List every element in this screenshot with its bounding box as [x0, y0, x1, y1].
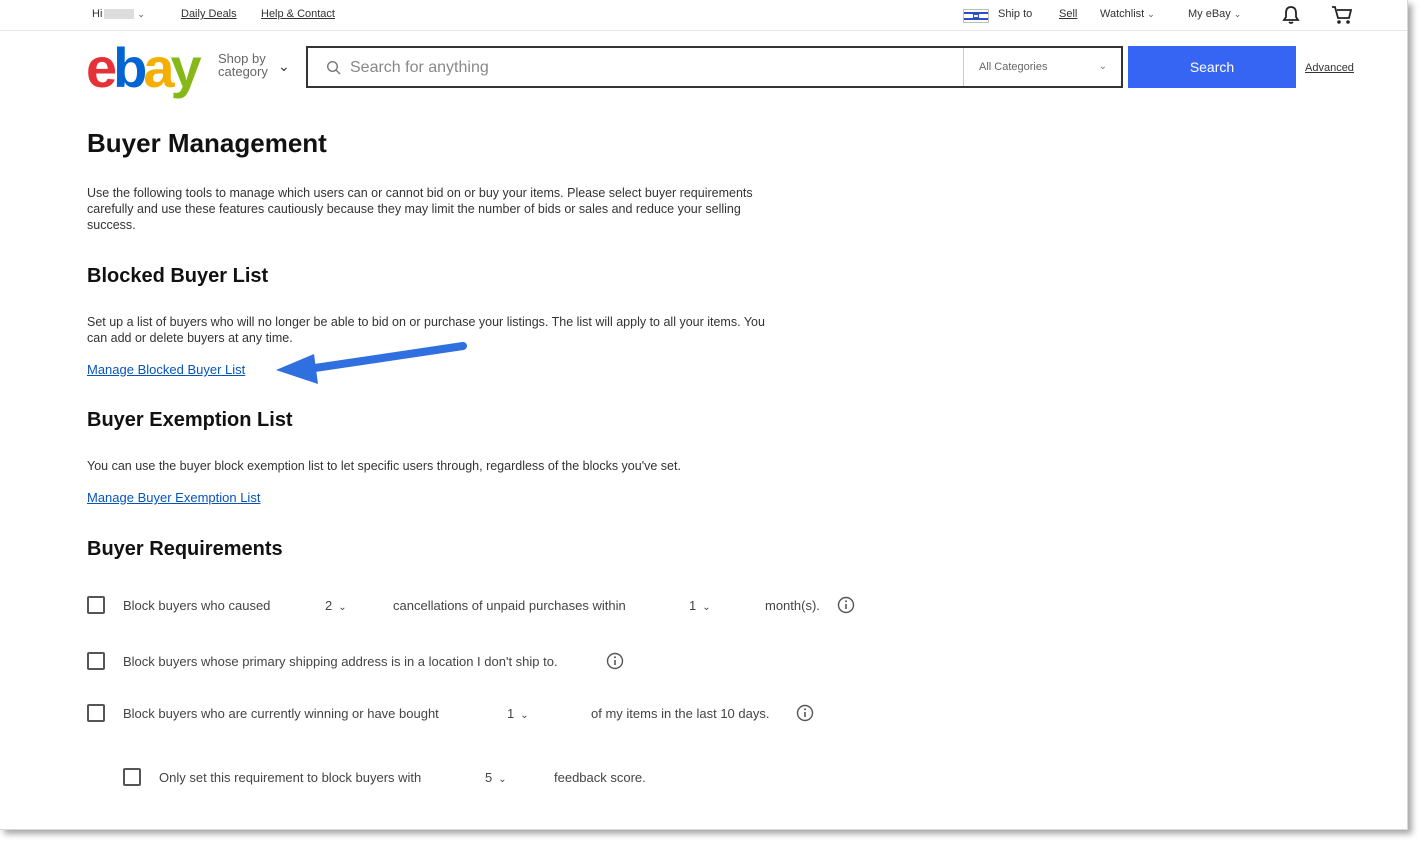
chevron-down-icon: ⌄	[1147, 9, 1155, 19]
feedback-score-select[interactable]: 5 ⌄	[485, 770, 507, 785]
unpaid-months-select[interactable]: 1 ⌄	[689, 598, 711, 613]
flag-icon[interactable]	[963, 9, 989, 23]
greeting-text: Hi	[92, 8, 103, 20]
ebay-logo[interactable]: ebay	[86, 40, 202, 96]
winning-count-select[interactable]: 1 ⌄	[507, 706, 529, 721]
search-icon	[326, 60, 341, 75]
my-ebay-menu[interactable]: My eBay ⌄	[1188, 8, 1241, 20]
search-button[interactable]: Search	[1128, 46, 1296, 88]
manage-buyer-exemption-link[interactable]: Manage Buyer Exemption List	[87, 490, 260, 505]
winning-text-1: Block buyers who are currently winning o…	[123, 706, 439, 721]
winning-text-2: of my items in the last 10 days.	[591, 706, 770, 721]
browser-frame: Hi ⌄ Daily Deals Help & Contact Ship to S…	[0, 0, 1408, 830]
chevron-down-icon: ⌄	[338, 602, 347, 613]
unpaid-checkbox[interactable]	[87, 596, 105, 614]
buyer-exemption-heading: Buyer Exemption List	[87, 409, 293, 431]
feedback-score-value: 5	[485, 770, 493, 785]
requirement-winning-row: Block buyers who are currently winning o…	[87, 704, 887, 724]
annotation-arrow-icon	[276, 342, 467, 384]
manage-blocked-buyer-link[interactable]: Manage Blocked Buyer List	[87, 362, 245, 377]
info-icon[interactable]	[837, 596, 855, 614]
sell-link[interactable]: Sell	[1059, 8, 1077, 20]
chevron-down-icon: ⌄	[520, 710, 529, 721]
chevron-down-icon: ⌄	[278, 58, 290, 74]
username-redacted	[104, 9, 135, 20]
chevron-down-icon: ⌄	[702, 602, 711, 613]
search-input[interactable]	[348, 54, 962, 82]
unpaid-count-value: 2	[325, 598, 333, 613]
greeting-menu[interactable]: Hi ⌄	[92, 8, 145, 20]
watchlist-menu[interactable]: Watchlist ⌄	[1100, 8, 1155, 20]
shipping-checkbox[interactable]	[87, 652, 105, 670]
advanced-search-link[interactable]: Advanced	[1305, 62, 1354, 74]
bell-icon[interactable]	[1281, 5, 1301, 25]
chevron-down-icon: ⌄	[1098, 61, 1107, 72]
unpaid-text-3: month(s).	[765, 598, 820, 613]
info-icon[interactable]	[796, 704, 814, 722]
unpaid-text-1: Block buyers who caused	[123, 598, 271, 613]
feedback-checkbox[interactable]	[123, 768, 141, 786]
cart-icon[interactable]	[1330, 4, 1354, 26]
winning-count-value: 1	[507, 706, 515, 721]
intro-text: Use the following tools to manage which …	[87, 186, 753, 232]
category-select[interactable]: All Categories ⌄	[963, 48, 1121, 86]
shipping-text: Block buyers whose primary shipping addr…	[123, 654, 558, 669]
winning-checkbox[interactable]	[87, 704, 105, 722]
category-select-value: All Categories	[979, 61, 1048, 73]
feedback-text-1: Only set this requirement to block buyer…	[159, 770, 422, 785]
chevron-down-icon: ⌄	[1233, 9, 1242, 19]
requirement-feedback-row: Only set this requirement to block buyer…	[87, 768, 887, 788]
requirement-unpaid-row: Block buyers who caused 2 ⌄ cancellations…	[87, 596, 887, 616]
buyer-requirements-heading: Buyer Requirements	[87, 538, 283, 560]
shop-by-category-button[interactable]: Shop by category	[218, 52, 280, 78]
watchlist-label: Watchlist	[1100, 8, 1145, 20]
my-ebay-label: My eBay	[1188, 8, 1231, 20]
chevron-down-icon: ⌄	[137, 9, 145, 19]
search-bar: All Categories ⌄	[306, 46, 1123, 88]
buyer-exemption-text: You can use the buyer block exemption li…	[87, 459, 681, 473]
page-title: Buyer Management	[87, 128, 327, 158]
help-contact-link[interactable]: Help & Contact	[261, 8, 335, 20]
unpaid-months-value: 1	[689, 598, 697, 613]
unpaid-count-select[interactable]: 2 ⌄	[325, 598, 347, 613]
chevron-down-icon: ⌄	[498, 774, 507, 785]
blocked-buyer-heading: Blocked Buyer List	[87, 265, 269, 287]
requirement-shipping-row: Block buyers whose primary shipping addr…	[87, 652, 887, 672]
top-utility-bar: Hi ⌄ Daily Deals Help & Contact Ship to S…	[0, 0, 1407, 31]
feedback-text-2: feedback score.	[554, 770, 646, 785]
unpaid-text-2: cancellations of unpaid purchases within	[393, 598, 626, 613]
daily-deals-link[interactable]: Daily Deals	[181, 8, 237, 20]
info-icon[interactable]	[606, 652, 624, 670]
ship-to-link[interactable]: Ship to	[998, 8, 1032, 20]
